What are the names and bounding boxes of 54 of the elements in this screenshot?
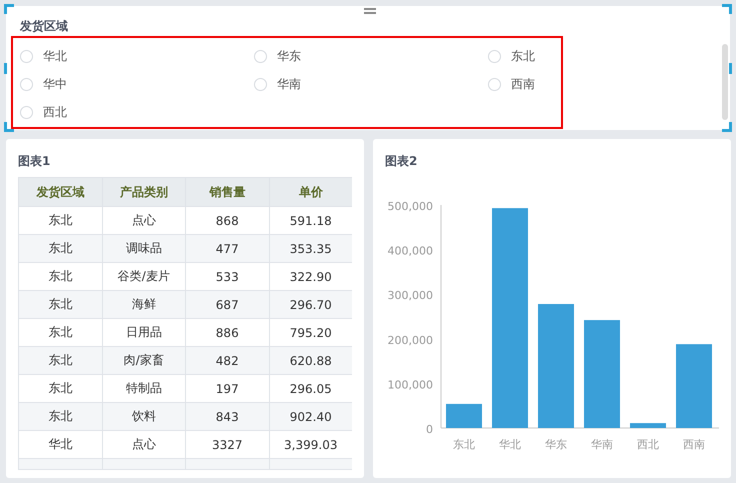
radio-button[interactable] xyxy=(20,78,33,90)
resize-handle[interactable] xyxy=(722,122,732,132)
table-cell: 肉/家畜 xyxy=(102,346,186,374)
chart-title: 图表1 xyxy=(18,153,52,170)
axis-label: 西南 xyxy=(683,438,705,451)
radio-button[interactable] xyxy=(20,106,33,118)
radio-button[interactable] xyxy=(488,78,501,90)
table-cell: 东北 xyxy=(18,234,102,262)
table-cell: 296.70 xyxy=(269,290,352,318)
radio-button[interactable] xyxy=(488,50,501,62)
drag-handle-icon[interactable] xyxy=(364,8,376,14)
axis-label: 400,000 xyxy=(388,244,433,258)
radio-label[interactable]: 东北 xyxy=(511,48,535,64)
axis-label: 200,000 xyxy=(388,334,433,347)
radio-button[interactable] xyxy=(20,50,33,62)
column-header: 产品类别 xyxy=(102,178,186,206)
axis-label: 华南 xyxy=(591,438,613,451)
axis-label: 华北 xyxy=(499,438,521,451)
scrollbar[interactable] xyxy=(722,44,728,120)
axis-label: 东北 xyxy=(453,438,475,451)
radio-label[interactable]: 西南 xyxy=(511,76,535,92)
radio-label[interactable]: 华中 xyxy=(43,76,67,92)
column-header: 销售量 xyxy=(186,178,269,206)
radio-label[interactable]: 西北 xyxy=(43,104,67,120)
radio-label[interactable]: 华东 xyxy=(277,48,301,64)
filter-title: 发货区域 xyxy=(20,18,69,35)
chart-title: 图表2 xyxy=(385,153,418,170)
table-cell: 620.88 xyxy=(269,346,352,374)
table-cell: 调味品 xyxy=(102,234,186,262)
radio-label[interactable]: 华南 xyxy=(277,76,301,92)
radio-button[interactable] xyxy=(254,78,267,90)
resize-handle[interactable] xyxy=(729,63,732,74)
column-header: 单价 xyxy=(269,178,352,206)
table-cell: 353.35 xyxy=(269,234,352,262)
axis-label: 300,000 xyxy=(388,289,433,302)
table-cell: 海鲜 xyxy=(102,290,186,318)
table-cell: 东北 xyxy=(18,402,102,430)
table-cell: 687 xyxy=(186,290,269,318)
axis-label: 华东 xyxy=(545,438,567,451)
axis-label: 0 xyxy=(426,423,433,436)
table-cell: 477 xyxy=(186,234,269,262)
table-cell: 843 xyxy=(186,402,269,430)
table-cell: 东北 xyxy=(18,290,102,318)
radio-button[interactable] xyxy=(254,50,267,62)
axis-label: 100,000 xyxy=(388,378,433,392)
column-header: 发货区域 xyxy=(18,178,102,206)
resize-handle[interactable] xyxy=(4,63,7,74)
radio-label[interactable]: 华北 xyxy=(43,48,67,64)
table-cell: 东北 xyxy=(18,346,102,374)
axis-label: 500,000 xyxy=(388,200,433,213)
axis-label: 西北 xyxy=(637,438,659,451)
table-cell: 902.40 xyxy=(269,402,352,430)
table-cell: 482 xyxy=(186,346,269,374)
table-cell: 饮料 xyxy=(102,402,186,430)
